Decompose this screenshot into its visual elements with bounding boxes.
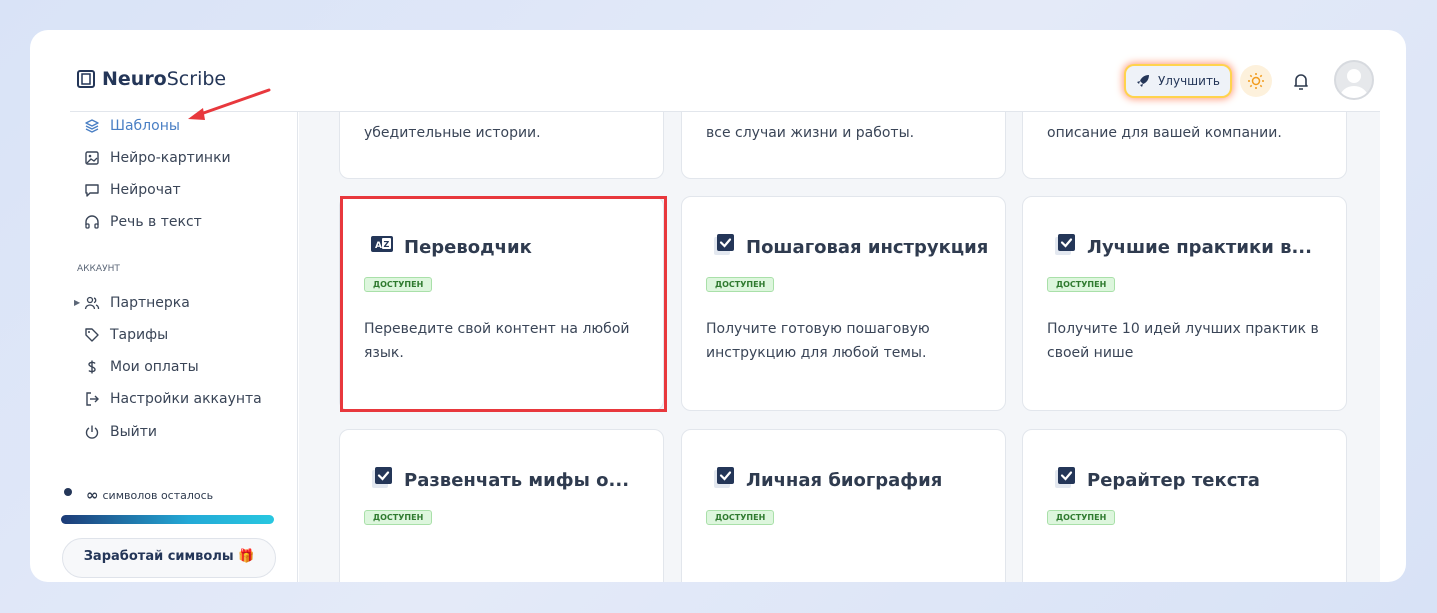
sidebar-item-label: Шаблоны: [110, 118, 180, 134]
sidebar-item-label: Мои оплаты: [110, 359, 199, 375]
template-card-step-guide[interactable]: Пошаговая инструкция ДОСТУПЕН Получите г…: [681, 196, 1006, 411]
template-card-best-practices[interactable]: Лучшие практики в... ДОСТУПЕН Получите 1…: [1022, 196, 1347, 411]
layers-icon: [85, 119, 99, 133]
svg-text:Z: Z: [384, 240, 390, 249]
headphones-icon: [85, 215, 99, 229]
checkbox-icon: [372, 467, 392, 488]
upgrade-label: Улучшить: [1157, 74, 1220, 88]
notifications-button[interactable]: [1288, 68, 1314, 94]
sidebar-item-speech-to-text[interactable]: Речь в текст: [84, 214, 202, 230]
status-badge: ДОСТУПЕН: [364, 277, 433, 292]
card-description: убедительные истории.: [364, 125, 541, 141]
annotation-arrow-icon: [188, 88, 271, 120]
translate-icon: AZ: [371, 236, 393, 252]
bell-icon: [1294, 74, 1308, 90]
status-badge: ДОСТУПЕН: [1047, 510, 1116, 525]
template-card-myths[interactable]: Развенчать мифы о... ДОСТУПЕН: [339, 429, 664, 582]
card-description: описание для вашей компании.: [1047, 125, 1282, 141]
section-label-account: АККАУНТ: [77, 264, 120, 274]
status-badge: ДОСТУПЕН: [706, 510, 775, 525]
card-description: Получите 10 идей лучших практик в своей …: [1047, 321, 1319, 361]
power-icon: [85, 425, 99, 439]
status-dot: [64, 488, 72, 496]
checkbox-icon: [714, 234, 734, 255]
symbols-remaining: ∞ символов осталось: [86, 486, 213, 504]
card-description: все случаи жизни и работы.: [706, 125, 915, 141]
card-title: Развенчать мифы о...: [404, 470, 630, 491]
caret-right-icon[interactable]: ▶: [74, 298, 80, 307]
card-description: Переведите свой контент на любой язык.: [364, 321, 630, 361]
card-title: Переводчик: [404, 237, 532, 258]
template-card-rewriter[interactable]: Рерайтер текста ДОСТУПЕН: [1022, 429, 1347, 582]
earn-symbols-label: Заработай символы 🎁: [83, 549, 255, 564]
status-badge: ДОСТУПЕН: [706, 277, 775, 292]
checkbox-icon: [714, 467, 734, 488]
logo-text-bold: Neuro: [102, 68, 167, 90]
users-icon: [84, 296, 100, 310]
chat-icon: [85, 184, 99, 197]
sidebar-item-label: Нейро-картинки: [110, 150, 231, 166]
tag-icon: [85, 328, 99, 342]
sidebar-item-label: Нейрочат: [110, 182, 181, 198]
checkbox-icon: [1055, 234, 1075, 255]
upgrade-button[interactable]: Улучшить: [1125, 66, 1230, 96]
sun-icon: [1248, 73, 1264, 89]
symbols-progress-bar: [61, 515, 274, 524]
symbols-remaining-label: символов осталось: [102, 488, 214, 502]
template-card-biography[interactable]: Личная биография ДОСТУПЕН: [681, 429, 1006, 582]
sidebar-item-label: Речь в текст: [110, 214, 202, 230]
user-silhouette-icon: [1340, 69, 1368, 98]
sidebar-item-logout[interactable]: Выйти: [84, 424, 157, 440]
theme-toggle[interactable]: [1240, 65, 1272, 97]
logout-arrow-icon: [86, 392, 99, 406]
dollar-icon: [88, 360, 96, 374]
templates-grid: убедительные истории. все случаи жизни и…: [299, 112, 1380, 582]
earn-symbols-button[interactable]: Заработай символы 🎁: [62, 538, 276, 578]
svg-text:A: A: [375, 241, 382, 251]
book-icon: [77, 70, 95, 88]
sidebar-item-templates[interactable]: Шаблоны: [84, 118, 180, 134]
sidebar: Шаблоны Нейро-картинки Нейрочат Речь в т…: [30, 112, 298, 582]
sidebar-item-tariffs[interactable]: Тарифы: [84, 327, 168, 343]
sidebar-item-label: Тарифы: [110, 327, 169, 343]
sidebar-item-neuro-images[interactable]: Нейро-картинки: [84, 150, 231, 166]
sidebar-item-neurochat[interactable]: Нейрочат: [84, 182, 181, 198]
sidebar-item-account-settings[interactable]: Настройки аккаунта: [84, 391, 262, 407]
template-card[interactable]: описание для вашей компании.: [1022, 112, 1347, 179]
card-title: Пошаговая инструкция: [746, 237, 989, 258]
template-card[interactable]: убедительные истории.: [339, 112, 664, 179]
template-card-translator[interactable]: AZ Переводчик ДОСТУПЕН Переведите свой к…: [339, 196, 664, 411]
card-title: Рерайтер текста: [1087, 470, 1260, 491]
symbols-remaining-value: ∞: [86, 486, 99, 504]
card-description: Получите готовую пошаговую инструкцию дл…: [706, 321, 930, 361]
image-icon: [85, 151, 99, 165]
sidebar-item-label: Выйти: [110, 424, 158, 440]
status-badge: ДОСТУПЕН: [1047, 277, 1116, 292]
symbols-progress-fill: [61, 515, 274, 524]
card-title: Лучшие практики в...: [1087, 237, 1312, 258]
sidebar-item-label: Партнерка: [110, 295, 190, 311]
template-card[interactable]: все случаи жизни и работы.: [681, 112, 1006, 179]
card-title: Личная биография: [746, 470, 943, 491]
rocket-icon: [1136, 75, 1149, 87]
sidebar-item-partner[interactable]: Партнерка: [84, 295, 190, 311]
sidebar-item-label: Настройки аккаунта: [110, 391, 262, 407]
status-badge: ДОСТУПЕН: [364, 510, 433, 525]
sidebar-item-payments[interactable]: Мои оплаты: [84, 359, 199, 375]
avatar[interactable]: [1334, 60, 1374, 100]
checkbox-icon: [1055, 467, 1075, 488]
